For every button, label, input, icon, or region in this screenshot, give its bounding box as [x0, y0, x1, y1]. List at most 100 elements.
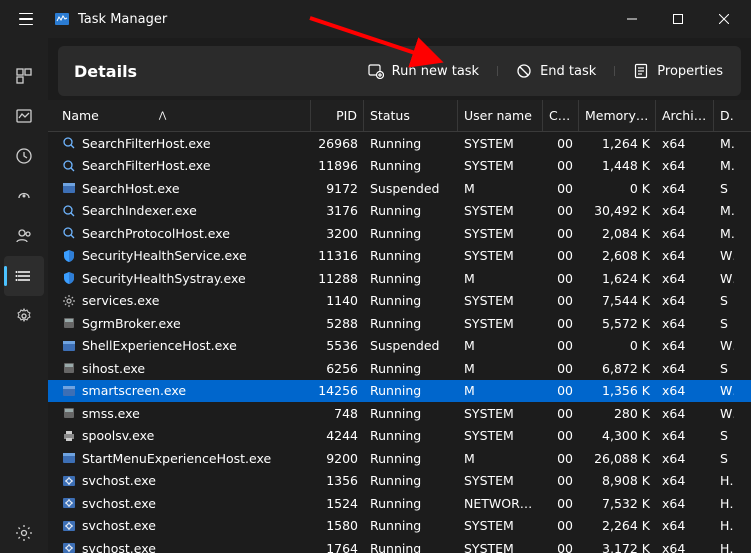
end-task-button[interactable]: End task: [504, 56, 608, 86]
run-task-icon: [368, 63, 384, 79]
cell-desc: M: [714, 158, 734, 173]
table-row[interactable]: svchost.exe1356RunningSYSTEM008,908 Kx64…: [48, 470, 751, 493]
cell-pid: 14256: [311, 383, 364, 398]
sidebar-item-startup-apps[interactable]: [4, 176, 44, 216]
cell-desc: S: [714, 293, 734, 308]
table-row[interactable]: SearchFilterHost.exe11896RunningSYSTEM00…: [48, 155, 751, 178]
cell-arch: x64: [656, 361, 714, 376]
cell-user: M: [458, 361, 543, 376]
process-name: ShellExperienceHost.exe: [82, 338, 237, 353]
cell-cpu: 00: [543, 518, 579, 533]
cell-mem: 30,492 K: [579, 203, 656, 218]
column-header-arch[interactable]: Archite...: [656, 100, 714, 131]
cell-status: Running: [364, 451, 458, 466]
cell-cpu: 00: [543, 293, 579, 308]
gear-icon: [62, 294, 76, 308]
cell-mem: 1,264 K: [579, 136, 656, 151]
run-new-task-button[interactable]: Run new task: [356, 56, 491, 86]
table-row[interactable]: ShellExperienceHost.exe5536SuspendedM000…: [48, 335, 751, 358]
sidebar-item-performance[interactable]: [4, 96, 44, 136]
cell-mem: 0 K: [579, 338, 656, 353]
table-row[interactable]: svchost.exe1524RunningNETWORK ...007,532…: [48, 492, 751, 515]
window-icon: [62, 339, 76, 353]
table-row[interactable]: smss.exe748RunningSYSTEM00280 Kx64W: [48, 402, 751, 425]
hamburger-menu-button[interactable]: [14, 8, 38, 31]
table-row[interactable]: spoolsv.exe4244RunningSYSTEM004,300 Kx64…: [48, 425, 751, 448]
table-row[interactable]: SearchIndexer.exe3176RunningSYSTEM0030,4…: [48, 200, 751, 223]
cell-status: Running: [364, 271, 458, 286]
table-row[interactable]: svchost.exe1580RunningSYSTEM002,264 Kx64…: [48, 515, 751, 538]
table-row[interactable]: SearchFilterHost.exe26968RunningSYSTEM00…: [48, 132, 751, 155]
cell-cpu: 00: [543, 136, 579, 151]
cell-mem: 1,624 K: [579, 271, 656, 286]
table-row[interactable]: SearchProtocolHost.exe3200RunningSYSTEM0…: [48, 222, 751, 245]
cell-status: Running: [364, 496, 458, 511]
cell-cpu: 00: [543, 158, 579, 173]
cell-cpu: 00: [543, 316, 579, 331]
process-name: smss.exe: [82, 406, 140, 421]
cell-mem: 1,356 K: [579, 383, 656, 398]
cell-mem: 6,872 K: [579, 361, 656, 376]
sidebar-item-services[interactable]: [4, 296, 44, 336]
table-row[interactable]: SecurityHealthService.exe11316RunningSYS…: [48, 245, 751, 268]
column-header-desc[interactable]: D: [714, 100, 734, 131]
sidebar-item-users[interactable]: [4, 216, 44, 256]
sidebar-item-settings[interactable]: [4, 513, 44, 553]
sidebar-item-app-history[interactable]: [4, 136, 44, 176]
shield-icon: [62, 249, 76, 263]
table-row[interactable]: SearchHost.exe9172SuspendedM000 Kx64S: [48, 177, 751, 200]
properties-button[interactable]: Properties: [621, 56, 735, 86]
cell-status: Running: [364, 473, 458, 488]
table-row[interactable]: SecurityHealthSystray.exe11288RunningM00…: [48, 267, 751, 290]
properties-icon: [633, 63, 649, 79]
printer-icon: [62, 429, 76, 443]
process-name: SecurityHealthSystray.exe: [82, 271, 246, 286]
sidebar-item-processes[interactable]: [4, 56, 44, 96]
process-name: SgrmBroker.exe: [82, 316, 181, 331]
sidebar: [0, 38, 48, 553]
cell-arch: x64: [656, 203, 714, 218]
column-header-status[interactable]: Status: [364, 100, 458, 131]
cell-status: Running: [364, 361, 458, 376]
table-row[interactable]: svchost.exe1764RunningSYSTEM003,172 Kx64…: [48, 537, 751, 553]
process-name: SearchIndexer.exe: [82, 203, 197, 218]
table-row[interactable]: services.exe1140RunningSYSTEM007,544 Kx6…: [48, 290, 751, 313]
cell-cpu: 00: [543, 541, 579, 553]
cell-mem: 0 K: [579, 181, 656, 196]
cell-status: Running: [364, 226, 458, 241]
cell-desc: M: [714, 226, 734, 241]
shield-icon: [62, 271, 76, 285]
cell-status: Running: [364, 406, 458, 421]
cell-cpu: 00: [543, 248, 579, 263]
cell-desc: W: [714, 338, 734, 353]
close-button[interactable]: [701, 0, 747, 38]
column-header-cpu[interactable]: CPU: [543, 100, 579, 131]
cell-pid: 1140: [311, 293, 364, 308]
process-name: services.exe: [82, 293, 159, 308]
cell-user: SYSTEM: [458, 428, 543, 443]
cell-mem: 1,448 K: [579, 158, 656, 173]
minimize-button[interactable]: [609, 0, 655, 38]
column-header-user[interactable]: User name: [458, 100, 543, 131]
cell-desc: S: [714, 181, 734, 196]
column-header-memory[interactable]: Memory (a...: [579, 100, 656, 131]
cell-pid: 1764: [311, 541, 364, 553]
table-row[interactable]: smartscreen.exe14256RunningM001,356 Kx64…: [48, 380, 751, 403]
cell-pid: 1356: [311, 473, 364, 488]
exe-icon: [62, 316, 76, 330]
column-header-pid[interactable]: PID: [311, 100, 364, 131]
sidebar-item-details[interactable]: [4, 256, 44, 296]
column-header-name[interactable]: Name⋀: [58, 100, 311, 131]
cell-arch: x64: [656, 136, 714, 151]
run-new-task-label: Run new task: [392, 64, 479, 79]
table-row[interactable]: StartMenuExperienceHost.exe9200RunningM0…: [48, 447, 751, 470]
table-header: Name⋀ PID Status User name CPU Memory (a…: [48, 100, 751, 132]
divider: [497, 66, 498, 76]
exe-icon: [62, 361, 76, 375]
table-row[interactable]: sihost.exe6256RunningM006,872 Kx64S: [48, 357, 751, 380]
cell-pid: 11896: [311, 158, 364, 173]
cell-arch: x64: [656, 316, 714, 331]
cell-desc: W: [714, 271, 734, 286]
table-row[interactable]: SgrmBroker.exe5288RunningSYSTEM005,572 K…: [48, 312, 751, 335]
maximize-button[interactable]: [655, 0, 701, 38]
